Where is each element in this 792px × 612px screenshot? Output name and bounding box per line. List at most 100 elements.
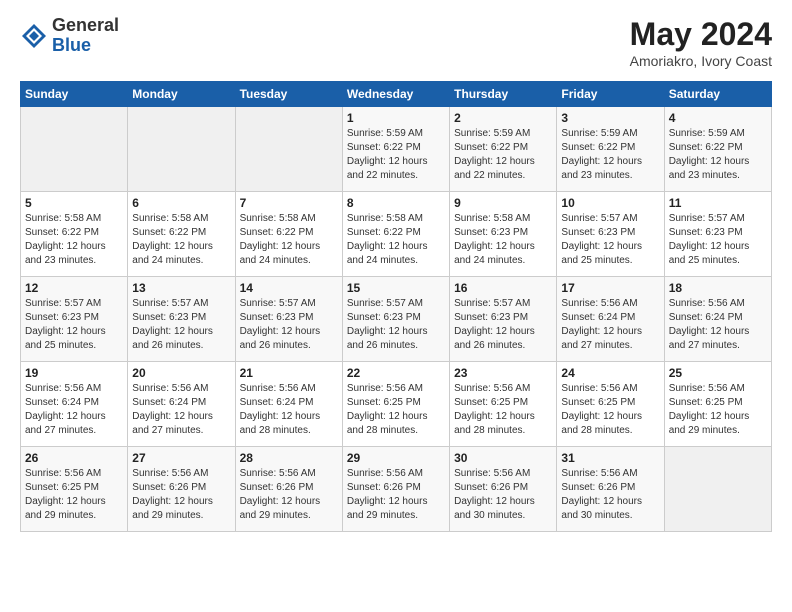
day-number: 14 bbox=[240, 281, 338, 295]
logo: General Blue bbox=[20, 16, 119, 56]
day-info: Sunrise: 5:56 AM Sunset: 6:26 PM Dayligh… bbox=[561, 467, 659, 523]
day-number: 21 bbox=[240, 366, 338, 380]
day-number: 10 bbox=[561, 196, 659, 210]
calendar-week-row: 12 Sunrise: 5:57 AM Sunset: 6:23 PM Dayli… bbox=[21, 277, 772, 362]
calendar-cell: 31 Sunrise: 5:56 AM Sunset: 6:26 PM Dayli… bbox=[557, 447, 664, 532]
calendar-cell: 2Sunrise: 5:59 AM Sunset: 6:22 PM Daylig… bbox=[450, 107, 557, 192]
calendar-cell: 21 Sunrise: 5:56 AM Sunset: 6:24 PM Dayli… bbox=[235, 362, 342, 447]
day-info: Sunrise: 5:59 AM Sunset: 6:22 PM Dayligh… bbox=[454, 127, 552, 183]
logo-icon bbox=[20, 22, 48, 50]
day-header: Saturday bbox=[664, 82, 771, 107]
day-info: Sunrise: 5:56 AM Sunset: 6:25 PM Dayligh… bbox=[347, 382, 445, 438]
day-info: Sunrise: 5:57 AM Sunset: 6:23 PM Dayligh… bbox=[240, 297, 338, 353]
day-info: Sunrise: 5:58 AM Sunset: 6:23 PM Dayligh… bbox=[454, 212, 552, 268]
day-info: Sunrise: 5:57 AM Sunset: 6:23 PM Dayligh… bbox=[132, 297, 230, 353]
day-info: Sunrise: 5:56 AM Sunset: 6:24 PM Dayligh… bbox=[561, 297, 659, 353]
day-number: 8 bbox=[347, 196, 445, 210]
day-number: 5 bbox=[25, 196, 123, 210]
day-number: 19 bbox=[25, 366, 123, 380]
calendar-cell: 24 Sunrise: 5:56 AM Sunset: 6:25 PM Dayli… bbox=[557, 362, 664, 447]
calendar-cell: 1 Sunrise: 5:59 AM Sunset: 6:22 PM Daylig… bbox=[342, 107, 449, 192]
calendar-cell: 25Sunrise: 5:56 AM Sunset: 6:25 PM Dayli… bbox=[664, 362, 771, 447]
day-number: 16 bbox=[454, 281, 552, 295]
day-info: Sunrise: 5:56 AM Sunset: 6:25 PM Dayligh… bbox=[669, 382, 767, 438]
calendar-cell: 30Sunrise: 5:56 AM Sunset: 6:26 PM Dayli… bbox=[450, 447, 557, 532]
calendar-cell: 16 Sunrise: 5:57 AM Sunset: 6:23 PM Dayli… bbox=[450, 277, 557, 362]
calendar-cell: 7Sunrise: 5:58 AM Sunset: 6:22 PM Daylig… bbox=[235, 192, 342, 277]
day-info: Sunrise: 5:57 AM Sunset: 6:23 PM Dayligh… bbox=[454, 297, 552, 353]
day-info: Sunrise: 5:59 AM Sunset: 6:22 PM Dayligh… bbox=[347, 127, 445, 183]
calendar-cell bbox=[235, 107, 342, 192]
calendar-week-row: 26 Sunrise: 5:56 AM Sunset: 6:25 PM Dayli… bbox=[21, 447, 772, 532]
day-number: 12 bbox=[25, 281, 123, 295]
day-info: Sunrise: 5:56 AM Sunset: 6:25 PM Dayligh… bbox=[561, 382, 659, 438]
day-header: Friday bbox=[557, 82, 664, 107]
day-number: 24 bbox=[561, 366, 659, 380]
day-info: Sunrise: 5:56 AM Sunset: 6:25 PM Dayligh… bbox=[454, 382, 552, 438]
location: Amoriakro, Ivory Coast bbox=[630, 53, 772, 69]
day-info: Sunrise: 5:57 AM Sunset: 6:23 PM Dayligh… bbox=[561, 212, 659, 268]
calendar-cell: 23 Sunrise: 5:56 AM Sunset: 6:25 PM Dayli… bbox=[450, 362, 557, 447]
day-number: 9 bbox=[454, 196, 552, 210]
day-number: 6 bbox=[132, 196, 230, 210]
day-number: 17 bbox=[561, 281, 659, 295]
day-number: 22 bbox=[347, 366, 445, 380]
logo-blue: Blue bbox=[52, 36, 119, 56]
day-number: 27 bbox=[132, 451, 230, 465]
calendar-cell: 28Sunrise: 5:56 AM Sunset: 6:26 PM Dayli… bbox=[235, 447, 342, 532]
day-info: Sunrise: 5:56 AM Sunset: 6:26 PM Dayligh… bbox=[132, 467, 230, 523]
day-info: Sunrise: 5:59 AM Sunset: 6:22 PM Dayligh… bbox=[561, 127, 659, 183]
day-number: 18 bbox=[669, 281, 767, 295]
day-info: Sunrise: 5:56 AM Sunset: 6:24 PM Dayligh… bbox=[240, 382, 338, 438]
calendar-cell: 13 Sunrise: 5:57 AM Sunset: 6:23 PM Dayli… bbox=[128, 277, 235, 362]
day-header: Sunday bbox=[21, 82, 128, 107]
day-info: Sunrise: 5:56 AM Sunset: 6:24 PM Dayligh… bbox=[669, 297, 767, 353]
day-info: Sunrise: 5:56 AM Sunset: 6:24 PM Dayligh… bbox=[25, 382, 123, 438]
calendar-header-row: SundayMondayTuesdayWednesdayThursdayFrid… bbox=[21, 82, 772, 107]
calendar-cell: 20 Sunrise: 5:56 AM Sunset: 6:24 PM Dayli… bbox=[128, 362, 235, 447]
day-info: Sunrise: 5:58 AM Sunset: 6:22 PM Dayligh… bbox=[25, 212, 123, 268]
day-number: 11 bbox=[669, 196, 767, 210]
day-info: Sunrise: 5:56 AM Sunset: 6:26 PM Dayligh… bbox=[454, 467, 552, 523]
day-header: Wednesday bbox=[342, 82, 449, 107]
calendar-week-row: 1 Sunrise: 5:59 AM Sunset: 6:22 PM Daylig… bbox=[21, 107, 772, 192]
calendar-cell: 19 Sunrise: 5:56 AM Sunset: 6:24 PM Dayli… bbox=[21, 362, 128, 447]
day-info: Sunrise: 5:58 AM Sunset: 6:22 PM Dayligh… bbox=[347, 212, 445, 268]
header: General Blue May 2024 Amoriakro, Ivory C… bbox=[20, 16, 772, 69]
calendar-cell: 29 Sunrise: 5:56 AM Sunset: 6:26 PM Dayli… bbox=[342, 447, 449, 532]
day-number: 23 bbox=[454, 366, 552, 380]
day-number: 31 bbox=[561, 451, 659, 465]
calendar-week-row: 5 Sunrise: 5:58 AM Sunset: 6:22 PM Daylig… bbox=[21, 192, 772, 277]
day-number: 7 bbox=[240, 196, 338, 210]
calendar-cell: 3Sunrise: 5:59 AM Sunset: 6:22 PM Daylig… bbox=[557, 107, 664, 192]
day-number: 20 bbox=[132, 366, 230, 380]
day-number: 15 bbox=[347, 281, 445, 295]
calendar-cell: 14 Sunrise: 5:57 AM Sunset: 6:23 PM Dayli… bbox=[235, 277, 342, 362]
title-block: May 2024 Amoriakro, Ivory Coast bbox=[630, 16, 772, 69]
day-info: Sunrise: 5:58 AM Sunset: 6:22 PM Dayligh… bbox=[132, 212, 230, 268]
calendar-cell: 15Sunrise: 5:57 AM Sunset: 6:23 PM Dayli… bbox=[342, 277, 449, 362]
calendar-cell: 5 Sunrise: 5:58 AM Sunset: 6:22 PM Daylig… bbox=[21, 192, 128, 277]
calendar-cell bbox=[21, 107, 128, 192]
day-number: 4 bbox=[669, 111, 767, 125]
day-number: 28 bbox=[240, 451, 338, 465]
day-info: Sunrise: 5:56 AM Sunset: 6:24 PM Dayligh… bbox=[132, 382, 230, 438]
calendar-cell: 10 Sunrise: 5:57 AM Sunset: 6:23 PM Dayli… bbox=[557, 192, 664, 277]
day-info: Sunrise: 5:56 AM Sunset: 6:25 PM Dayligh… bbox=[25, 467, 123, 523]
calendar-cell: 26 Sunrise: 5:56 AM Sunset: 6:25 PM Dayli… bbox=[21, 447, 128, 532]
calendar-cell: 8 Sunrise: 5:58 AM Sunset: 6:22 PM Daylig… bbox=[342, 192, 449, 277]
calendar-cell: 12Sunrise: 5:57 AM Sunset: 6:23 PM Dayli… bbox=[21, 277, 128, 362]
calendar-cell: 18 Sunrise: 5:56 AM Sunset: 6:24 PM Dayli… bbox=[664, 277, 771, 362]
calendar-cell: 22 Sunrise: 5:56 AM Sunset: 6:25 PM Dayli… bbox=[342, 362, 449, 447]
calendar-cell: 17 Sunrise: 5:56 AM Sunset: 6:24 PM Dayli… bbox=[557, 277, 664, 362]
calendar-cell: 6 Sunrise: 5:58 AM Sunset: 6:22 PM Daylig… bbox=[128, 192, 235, 277]
day-number: 29 bbox=[347, 451, 445, 465]
day-number: 26 bbox=[25, 451, 123, 465]
day-info: Sunrise: 5:56 AM Sunset: 6:26 PM Dayligh… bbox=[347, 467, 445, 523]
day-number: 13 bbox=[132, 281, 230, 295]
calendar: SundayMondayTuesdayWednesdayThursdayFrid… bbox=[20, 81, 772, 532]
day-header: Monday bbox=[128, 82, 235, 107]
day-info: Sunrise: 5:57 AM Sunset: 6:23 PM Dayligh… bbox=[669, 212, 767, 268]
calendar-cell bbox=[664, 447, 771, 532]
day-number: 1 bbox=[347, 111, 445, 125]
